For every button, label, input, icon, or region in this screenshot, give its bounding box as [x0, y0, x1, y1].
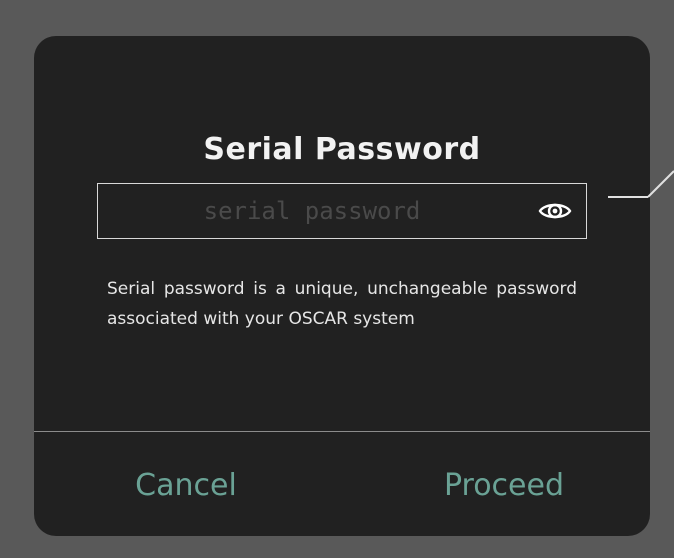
serial-password-input[interactable]	[98, 184, 586, 238]
serial-password-dialog: Serial Password Serial password is a uni…	[34, 36, 650, 536]
footer-divider	[34, 431, 650, 432]
callout-pointer	[608, 170, 674, 198]
proceed-button[interactable]: Proceed	[404, 434, 604, 536]
serial-password-field[interactable]	[97, 183, 587, 239]
eye-icon[interactable]	[538, 198, 572, 224]
cancel-button[interactable]: Cancel	[96, 434, 276, 536]
serial-password-description: Serial password is a unique, unchangeabl…	[107, 279, 577, 329]
dialog-title: Serial Password	[203, 132, 481, 167]
